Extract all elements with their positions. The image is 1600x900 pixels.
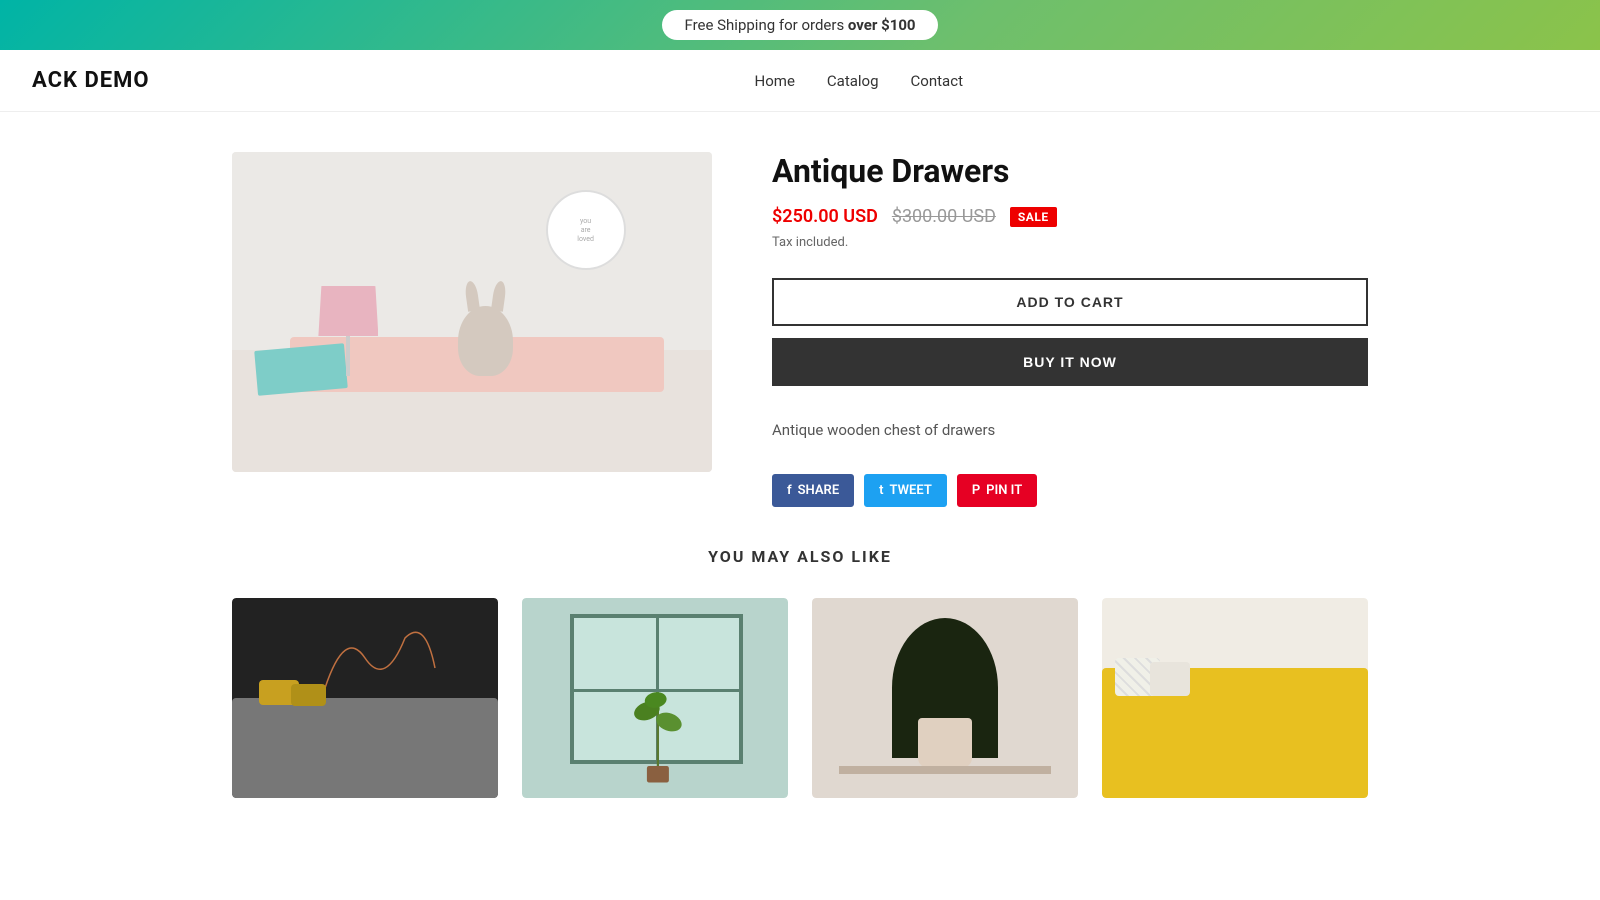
product-card-1[interactable] xyxy=(232,598,498,798)
product-card-image-3 xyxy=(812,598,1078,798)
product-card-image-2 xyxy=(522,598,788,798)
also-like-grid xyxy=(232,598,1368,798)
card-2-plant xyxy=(618,678,698,788)
product-info: Antique Drawers $250.00 USD $300.00 USD … xyxy=(772,152,1368,507)
product-image-container: youareloved xyxy=(232,152,712,472)
product-card-2[interactable] xyxy=(522,598,788,798)
card-2-scene xyxy=(522,598,788,798)
price-row: $250.00 USD $300.00 USD SALE xyxy=(772,206,1368,227)
nav-links: Home Catalog Contact xyxy=(755,72,963,90)
original-price: $300.00 USD xyxy=(892,206,996,227)
also-like-section: YOU MAY ALSO LIKE xyxy=(200,547,1400,798)
banner-text: Free Shipping for orders over $100 xyxy=(662,10,937,40)
product-description: Antique wooden chest of drawers xyxy=(772,418,1368,442)
pinterest-icon: P xyxy=(972,483,980,498)
nav-home[interactable]: Home xyxy=(755,72,795,90)
bunny-toy xyxy=(458,306,513,376)
add-to-cart-button[interactable]: ADD TO CART xyxy=(772,278,1368,326)
product-title: Antique Drawers xyxy=(772,152,1368,190)
share-facebook-label: SHARE xyxy=(798,483,840,498)
twitter-icon: t xyxy=(879,483,883,498)
brand-logo: ACK DEMO xyxy=(32,68,150,93)
card-3-table xyxy=(839,766,1052,774)
product-card-image-4 xyxy=(1102,598,1368,798)
card-4-scene xyxy=(1102,598,1368,798)
banner-prefix: Free Shipping for orders xyxy=(684,16,847,34)
lamp-base xyxy=(346,336,350,376)
main-content: youareloved Antique Drawers $250.00 xyxy=(200,152,1400,507)
nav-catalog[interactable]: Catalog xyxy=(827,72,879,90)
product-card-4[interactable] xyxy=(1102,598,1368,798)
product-image: youareloved xyxy=(232,152,712,472)
sale-badge: SALE xyxy=(1010,207,1057,227)
card-4-pillow-2 xyxy=(1150,662,1190,696)
bunny-body xyxy=(458,306,513,376)
sale-price: $250.00 USD xyxy=(772,206,878,227)
share-facebook-button[interactable]: f SHARE xyxy=(772,474,854,507)
card-1-sofa xyxy=(232,698,498,798)
nav-contact[interactable]: Contact xyxy=(911,72,963,90)
buy-now-button[interactable]: BUY IT NOW xyxy=(772,338,1368,386)
card-4-sofa xyxy=(1102,668,1368,798)
card-3-vase xyxy=(918,718,971,768)
tax-info: Tax included. xyxy=(772,235,1368,250)
navigation: ACK DEMO Home Catalog Contact xyxy=(0,50,1600,112)
social-buttons: f SHARE t TWEET P PIN IT xyxy=(772,474,1368,507)
product-card-image-1 xyxy=(232,598,498,798)
product-card-3[interactable] xyxy=(812,598,1078,798)
banner-bold: over $100 xyxy=(848,16,916,34)
card-1-scene xyxy=(232,598,498,798)
pin-it-button[interactable]: P PIN IT xyxy=(957,474,1037,507)
lamp xyxy=(318,286,378,376)
pin-it-label: PIN IT xyxy=(986,483,1022,498)
top-banner: Free Shipping for orders over $100 xyxy=(0,0,1600,50)
lamp-shade xyxy=(318,286,378,336)
card-3-scene xyxy=(812,598,1078,798)
also-like-title: YOU MAY ALSO LIKE xyxy=(232,547,1368,566)
tweet-button[interactable]: t TWEET xyxy=(864,474,947,507)
wall-art: youareloved xyxy=(546,190,626,270)
card-1-pillow-2 xyxy=(291,684,326,706)
tweet-label: TWEET xyxy=(890,483,932,498)
facebook-icon: f xyxy=(787,483,792,498)
